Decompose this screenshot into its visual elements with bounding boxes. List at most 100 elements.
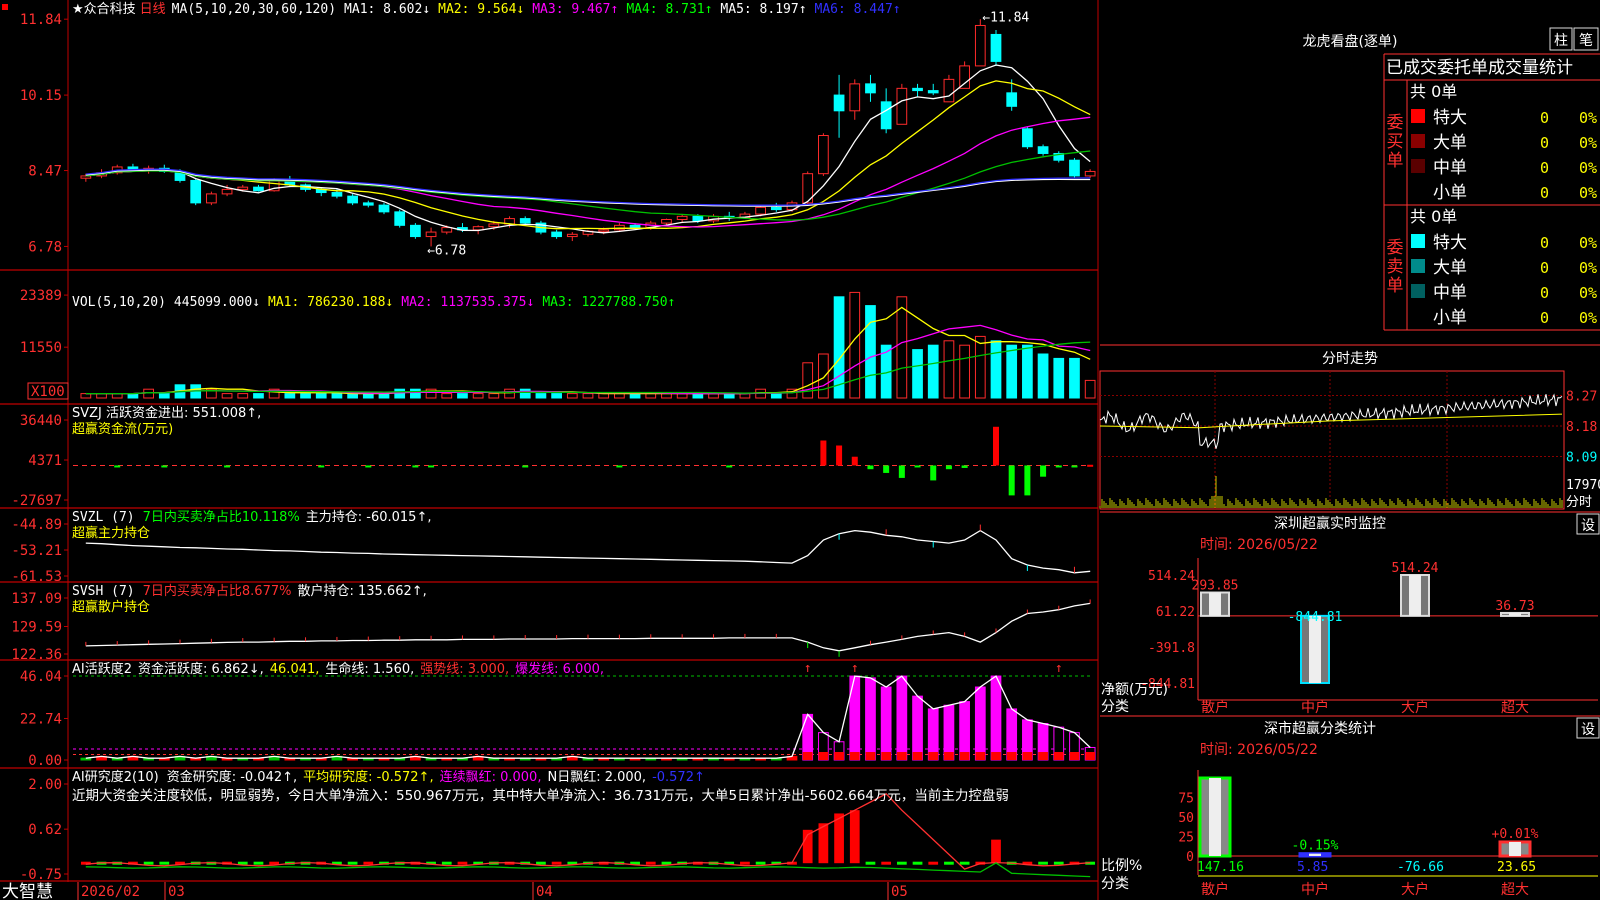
volume-bar[interactable] — [692, 393, 704, 399]
research-bar[interactable] — [991, 839, 1001, 864]
volume-bar[interactable] — [331, 393, 343, 399]
research-bar[interactable] — [912, 861, 923, 865]
candle[interactable] — [692, 215, 704, 222]
research-bar[interactable] — [536, 861, 546, 865]
volume-bar[interactable] — [943, 340, 955, 399]
candle[interactable] — [566, 233, 578, 238]
candle[interactable] — [347, 195, 358, 204]
candle[interactable] — [676, 215, 688, 220]
research-bar[interactable] — [457, 861, 468, 865]
flow-bar[interactable] — [1071, 465, 1078, 468]
candle[interactable] — [488, 223, 500, 228]
activity-bar[interactable] — [990, 675, 1002, 761]
bar-mode-button-label[interactable]: 柱 — [1554, 33, 1568, 49]
candle[interactable] — [206, 193, 217, 204]
volume-bar[interactable] — [661, 393, 672, 399]
flow-bar[interactable] — [114, 465, 121, 468]
flow-bar[interactable] — [1040, 465, 1047, 477]
candle[interactable] — [253, 186, 264, 192]
flow-bar[interactable] — [883, 465, 890, 473]
candle[interactable] — [629, 224, 641, 229]
research-bar[interactable] — [944, 861, 954, 865]
volume-bar[interactable] — [158, 393, 170, 399]
volume-bar[interactable] — [802, 362, 814, 399]
volume-bar[interactable] — [566, 393, 578, 399]
volume-bar[interactable] — [221, 393, 233, 399]
volume-bar[interactable] — [472, 393, 484, 399]
candle[interactable] — [362, 202, 374, 206]
flow-bar[interactable] — [851, 456, 858, 466]
flow-bar[interactable] — [365, 465, 372, 468]
flow-bar[interactable] — [1008, 465, 1015, 496]
activity-bar[interactable] — [896, 675, 908, 761]
volume-bar[interactable] — [441, 393, 453, 399]
candle[interactable] — [1069, 159, 1080, 177]
volume-bar[interactable] — [1037, 353, 1049, 399]
volume-bar[interactable] — [708, 393, 719, 399]
candle[interactable] — [1037, 146, 1049, 154]
research-bar[interactable] — [143, 861, 154, 865]
candle[interactable] — [378, 204, 390, 213]
flow-bar[interactable] — [867, 465, 874, 470]
research-bar[interactable] — [959, 861, 970, 865]
volume-bar[interactable] — [394, 388, 406, 399]
candle[interactable] — [818, 135, 829, 175]
volume-bar[interactable] — [457, 393, 468, 399]
candle[interactable] — [410, 224, 421, 238]
candle[interactable] — [770, 206, 782, 211]
volume-bar[interactable] — [504, 388, 515, 399]
volume-bar[interactable] — [645, 393, 657, 399]
research-bar[interactable] — [865, 861, 876, 865]
candle[interactable] — [755, 206, 766, 215]
volume-bar[interactable] — [614, 393, 625, 399]
volume-bar[interactable] — [849, 291, 861, 399]
volume-bar[interactable] — [912, 349, 923, 399]
candle[interactable] — [912, 87, 923, 92]
activity-bar[interactable] — [959, 701, 970, 761]
candle[interactable] — [598, 229, 610, 232]
candle[interactable] — [927, 90, 939, 94]
candle[interactable] — [1022, 128, 1033, 148]
flow-bar[interactable] — [993, 426, 999, 466]
volume-bar[interactable] — [535, 393, 547, 399]
flow-bar[interactable] — [1055, 465, 1062, 468]
candle[interactable] — [425, 231, 437, 238]
research-bar[interactable] — [849, 810, 860, 864]
volume-bar[interactable] — [253, 393, 264, 399]
volume-bar[interactable] — [974, 335, 986, 399]
volume-bar[interactable] — [1006, 344, 1018, 399]
volume-bar[interactable] — [127, 393, 139, 399]
candle[interactable] — [1084, 170, 1096, 177]
volume-bar[interactable] — [927, 344, 939, 399]
volume-bar[interactable] — [990, 340, 1002, 399]
volume-bar[interactable] — [676, 393, 688, 399]
chart-canvas[interactable]: 11.84 10.15 8.47 6.78 ★众合科技 日线 MA(5,10,20,30,6… — [0, 0, 1600, 900]
flow-bar[interactable] — [428, 465, 435, 468]
volume-bar[interactable] — [410, 388, 421, 399]
candle[interactable] — [661, 218, 672, 224]
volume-bar[interactable] — [629, 393, 641, 399]
volume-bar[interactable] — [378, 393, 390, 399]
volume-bar[interactable] — [1022, 344, 1033, 399]
flow-bar[interactable] — [522, 465, 529, 468]
research-bar[interactable] — [834, 813, 844, 864]
candle[interactable] — [943, 78, 955, 103]
candle[interactable] — [551, 231, 562, 238]
candle[interactable] — [974, 24, 986, 67]
volume-bar[interactable] — [300, 393, 311, 399]
volume-bar[interactable] — [896, 296, 908, 399]
candle[interactable] — [237, 186, 249, 190]
flow-bar[interactable] — [1087, 464, 1094, 467]
research-bar[interactable] — [881, 861, 892, 865]
research-bar[interactable] — [347, 861, 358, 865]
volume-bar[interactable] — [770, 393, 782, 399]
research-bar[interactable] — [928, 861, 939, 865]
flow-bar[interactable] — [836, 445, 843, 466]
volume-bar[interactable] — [284, 393, 296, 399]
activity-bar[interactable] — [974, 686, 986, 761]
research-bar[interactable] — [441, 861, 452, 865]
research-bar[interactable] — [818, 823, 829, 864]
candle[interactable] — [221, 188, 233, 195]
volume-bar[interactable] — [237, 393, 249, 399]
activity-bar[interactable] — [912, 695, 923, 761]
